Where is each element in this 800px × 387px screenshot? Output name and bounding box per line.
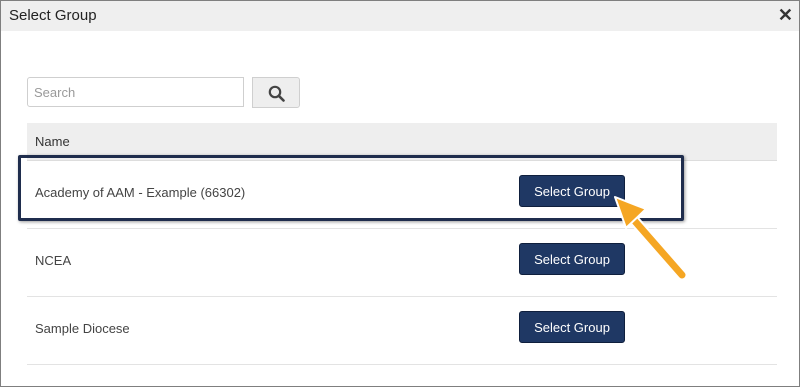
search-input[interactable] <box>27 77 244 107</box>
arrow-annotation <box>614 196 688 281</box>
dialog-titlebar: Select Group ✕ <box>1 1 799 31</box>
select-group-button[interactable]: Select Group <box>519 311 625 343</box>
group-name: NCEA <box>35 253 72 268</box>
group-name: Sample Diocese <box>35 321 130 336</box>
column-header-name: Name <box>35 134 70 149</box>
dialog-title: Select Group <box>9 7 97 24</box>
search-icon <box>268 85 285 102</box>
highlight-box <box>18 155 684 221</box>
close-icon[interactable]: ✕ <box>778 4 793 26</box>
table-row: Sample Diocese Select Group <box>27 297 777 365</box>
search-button[interactable] <box>252 77 300 108</box>
